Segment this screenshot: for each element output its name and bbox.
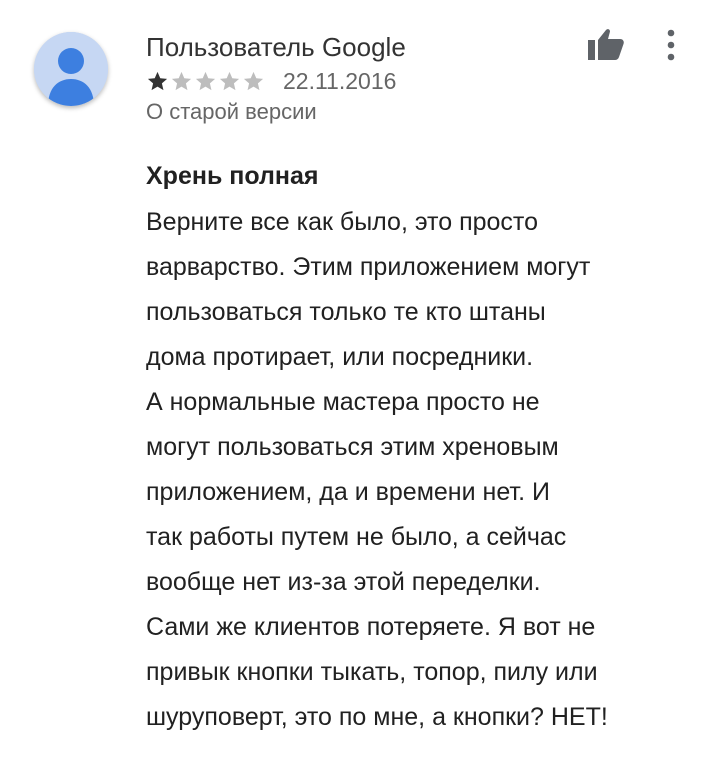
author-name: Пользователь Google bbox=[146, 32, 406, 62]
review-body-line: вообще нет из-за этой переделки. bbox=[146, 568, 541, 596]
avatar bbox=[34, 32, 108, 106]
star-filled-icon bbox=[147, 71, 168, 90]
review-card: Пользователь Google 22.11.2016 О старой … bbox=[0, 0, 720, 764]
rating-row: 22.11.2016 bbox=[146, 66, 396, 96]
helpful-button[interactable] bbox=[586, 26, 628, 62]
review-body-line: так работы путем не было, а сейчас bbox=[146, 523, 567, 551]
review-body-line: дома протирает, или посредники. bbox=[146, 343, 534, 371]
star-empty-icon bbox=[219, 71, 240, 90]
star-empty-icon bbox=[171, 71, 192, 90]
more-options-button[interactable] bbox=[658, 26, 684, 64]
star-empty-icon bbox=[195, 71, 216, 90]
review-body-line: Верните все как было, это просто bbox=[146, 208, 538, 236]
review-body-line: варварство. Этим приложением могут bbox=[146, 253, 591, 281]
user-avatar-icon bbox=[34, 32, 108, 106]
review-body-line: привык кнопки тыкать, топор, пилу или bbox=[146, 658, 598, 686]
star-rating bbox=[146, 70, 265, 93]
review-body-line: Сами же клиентов потеряете. Я вот не bbox=[146, 613, 596, 641]
thumbs-up-icon bbox=[588, 29, 624, 60]
review-body-line: шуруповерт, это по мне, а кнопки? НЕТ! bbox=[146, 703, 608, 731]
review-date: 22.11.2016 bbox=[283, 68, 397, 94]
review-body-line: приложением, да и времени нет. И bbox=[146, 478, 550, 506]
star-empty-icon bbox=[243, 71, 264, 90]
version-note: О старой версии bbox=[146, 99, 317, 124]
review-title: Хрень полная bbox=[146, 162, 319, 190]
review-body-line: А нормальные мастера просто не bbox=[146, 388, 540, 416]
review-body: Верните все как было, это просто варварст… bbox=[146, 200, 706, 740]
review-body-line: могут пользоваться этим хреновым bbox=[146, 433, 559, 461]
review-body-line: пользоваться только те кто штаны bbox=[146, 298, 546, 326]
more-vert-icon bbox=[667, 29, 675, 61]
